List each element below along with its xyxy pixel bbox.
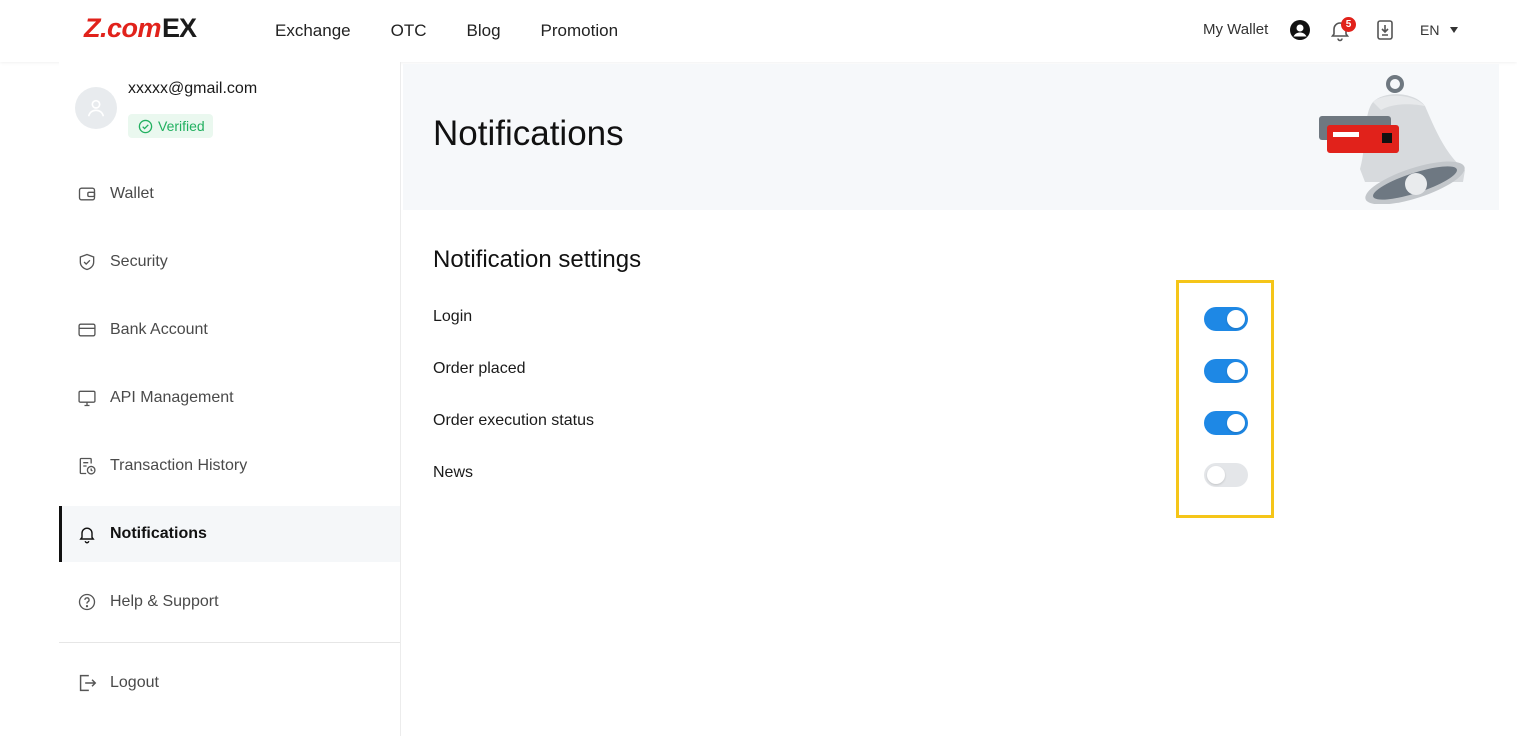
toggle-order-placed[interactable] — [1204, 359, 1248, 383]
logout-icon — [76, 672, 98, 694]
sidebar-item-label: Transaction History — [110, 457, 248, 474]
download-icon[interactable] — [1373, 18, 1397, 42]
toggle-knob — [1207, 466, 1225, 484]
notification-count-badge: 5 — [1341, 17, 1356, 32]
verified-badge: Verified — [128, 114, 213, 138]
setting-label-order-execution-status: Order execution status — [433, 412, 594, 429]
toggle-knob — [1227, 362, 1245, 380]
sidebar-item-notifications[interactable]: Notifications — [59, 506, 400, 562]
sidebar-item-label: API Management — [110, 389, 234, 406]
account-sidebar: xxxxx@gmail.com Verified Wallet Security — [59, 62, 401, 736]
help-icon — [76, 591, 98, 613]
page-hero: Notifications — [403, 64, 1499, 210]
brand-logo[interactable]: Z.com EX — [84, 13, 197, 44]
sidebar-item-label: Wallet — [110, 185, 154, 202]
sidebar-item-transaction-history[interactable]: Transaction History — [59, 438, 400, 494]
page-title: Notifications — [433, 114, 624, 153]
logo-text: Z.com — [84, 13, 162, 43]
card-icon — [76, 319, 98, 341]
sidebar-item-bank-account[interactable]: Bank Account — [59, 302, 400, 358]
check-circle-icon — [138, 119, 153, 133]
sidebar-item-api-management[interactable]: API Management — [59, 370, 400, 426]
sidebar-item-help-support[interactable]: Help & Support — [59, 574, 400, 630]
sidebar-divider — [59, 642, 400, 643]
nav-exchange[interactable]: Exchange — [275, 21, 351, 41]
wallet-icon — [76, 183, 98, 205]
toggle-knob — [1227, 310, 1245, 328]
avatar[interactable] — [75, 87, 117, 129]
monitor-icon — [76, 387, 98, 409]
bell-icon — [76, 523, 98, 545]
logo-suffix: EX — [162, 13, 197, 43]
setting-label-news: News — [433, 464, 474, 481]
top-header: Z.com EX Exchange OTC Blog Promotion My … — [0, 0, 1517, 62]
sidebar-item-wallet[interactable]: Wallet — [59, 166, 400, 222]
sidebar-item-label: Notifications — [110, 525, 207, 542]
language-selector[interactable]: EN — [1420, 22, 1439, 38]
user-email: xxxxx@gmail.com — [128, 80, 258, 97]
sidebar-item-security[interactable]: Security — [59, 234, 400, 290]
bell-illustration — [1319, 75, 1465, 204]
chevron-down-icon[interactable] — [1450, 27, 1458, 33]
sidebar-item-label: Help & Support — [110, 593, 219, 610]
sidebar-item-label: Security — [110, 253, 168, 270]
nav-promotion[interactable]: Promotion — [541, 21, 618, 41]
nav-blog[interactable]: Blog — [467, 21, 501, 41]
toggle-login[interactable] — [1204, 307, 1248, 331]
toggle-order-execution-status[interactable] — [1204, 411, 1248, 435]
sidebar-item-label: Bank Account — [110, 321, 208, 338]
verified-label: Verified — [158, 118, 205, 134]
setting-label-login: Login — [433, 308, 473, 325]
history-icon — [76, 455, 98, 477]
shield-icon — [76, 251, 98, 273]
my-wallet-link[interactable]: My Wallet — [1203, 21, 1268, 38]
toggle-knob — [1227, 414, 1245, 432]
section-title: Notification settings — [433, 246, 642, 273]
logout-button[interactable]: Logout — [59, 655, 400, 711]
toggle-news[interactable] — [1204, 463, 1248, 487]
logout-label: Logout — [110, 674, 159, 691]
setting-label-order-placed: Order placed — [433, 360, 526, 377]
account-icon[interactable] — [1288, 18, 1312, 42]
nav-otc[interactable]: OTC — [391, 21, 427, 41]
main-nav: Exchange OTC Blog Promotion — [275, 0, 658, 62]
